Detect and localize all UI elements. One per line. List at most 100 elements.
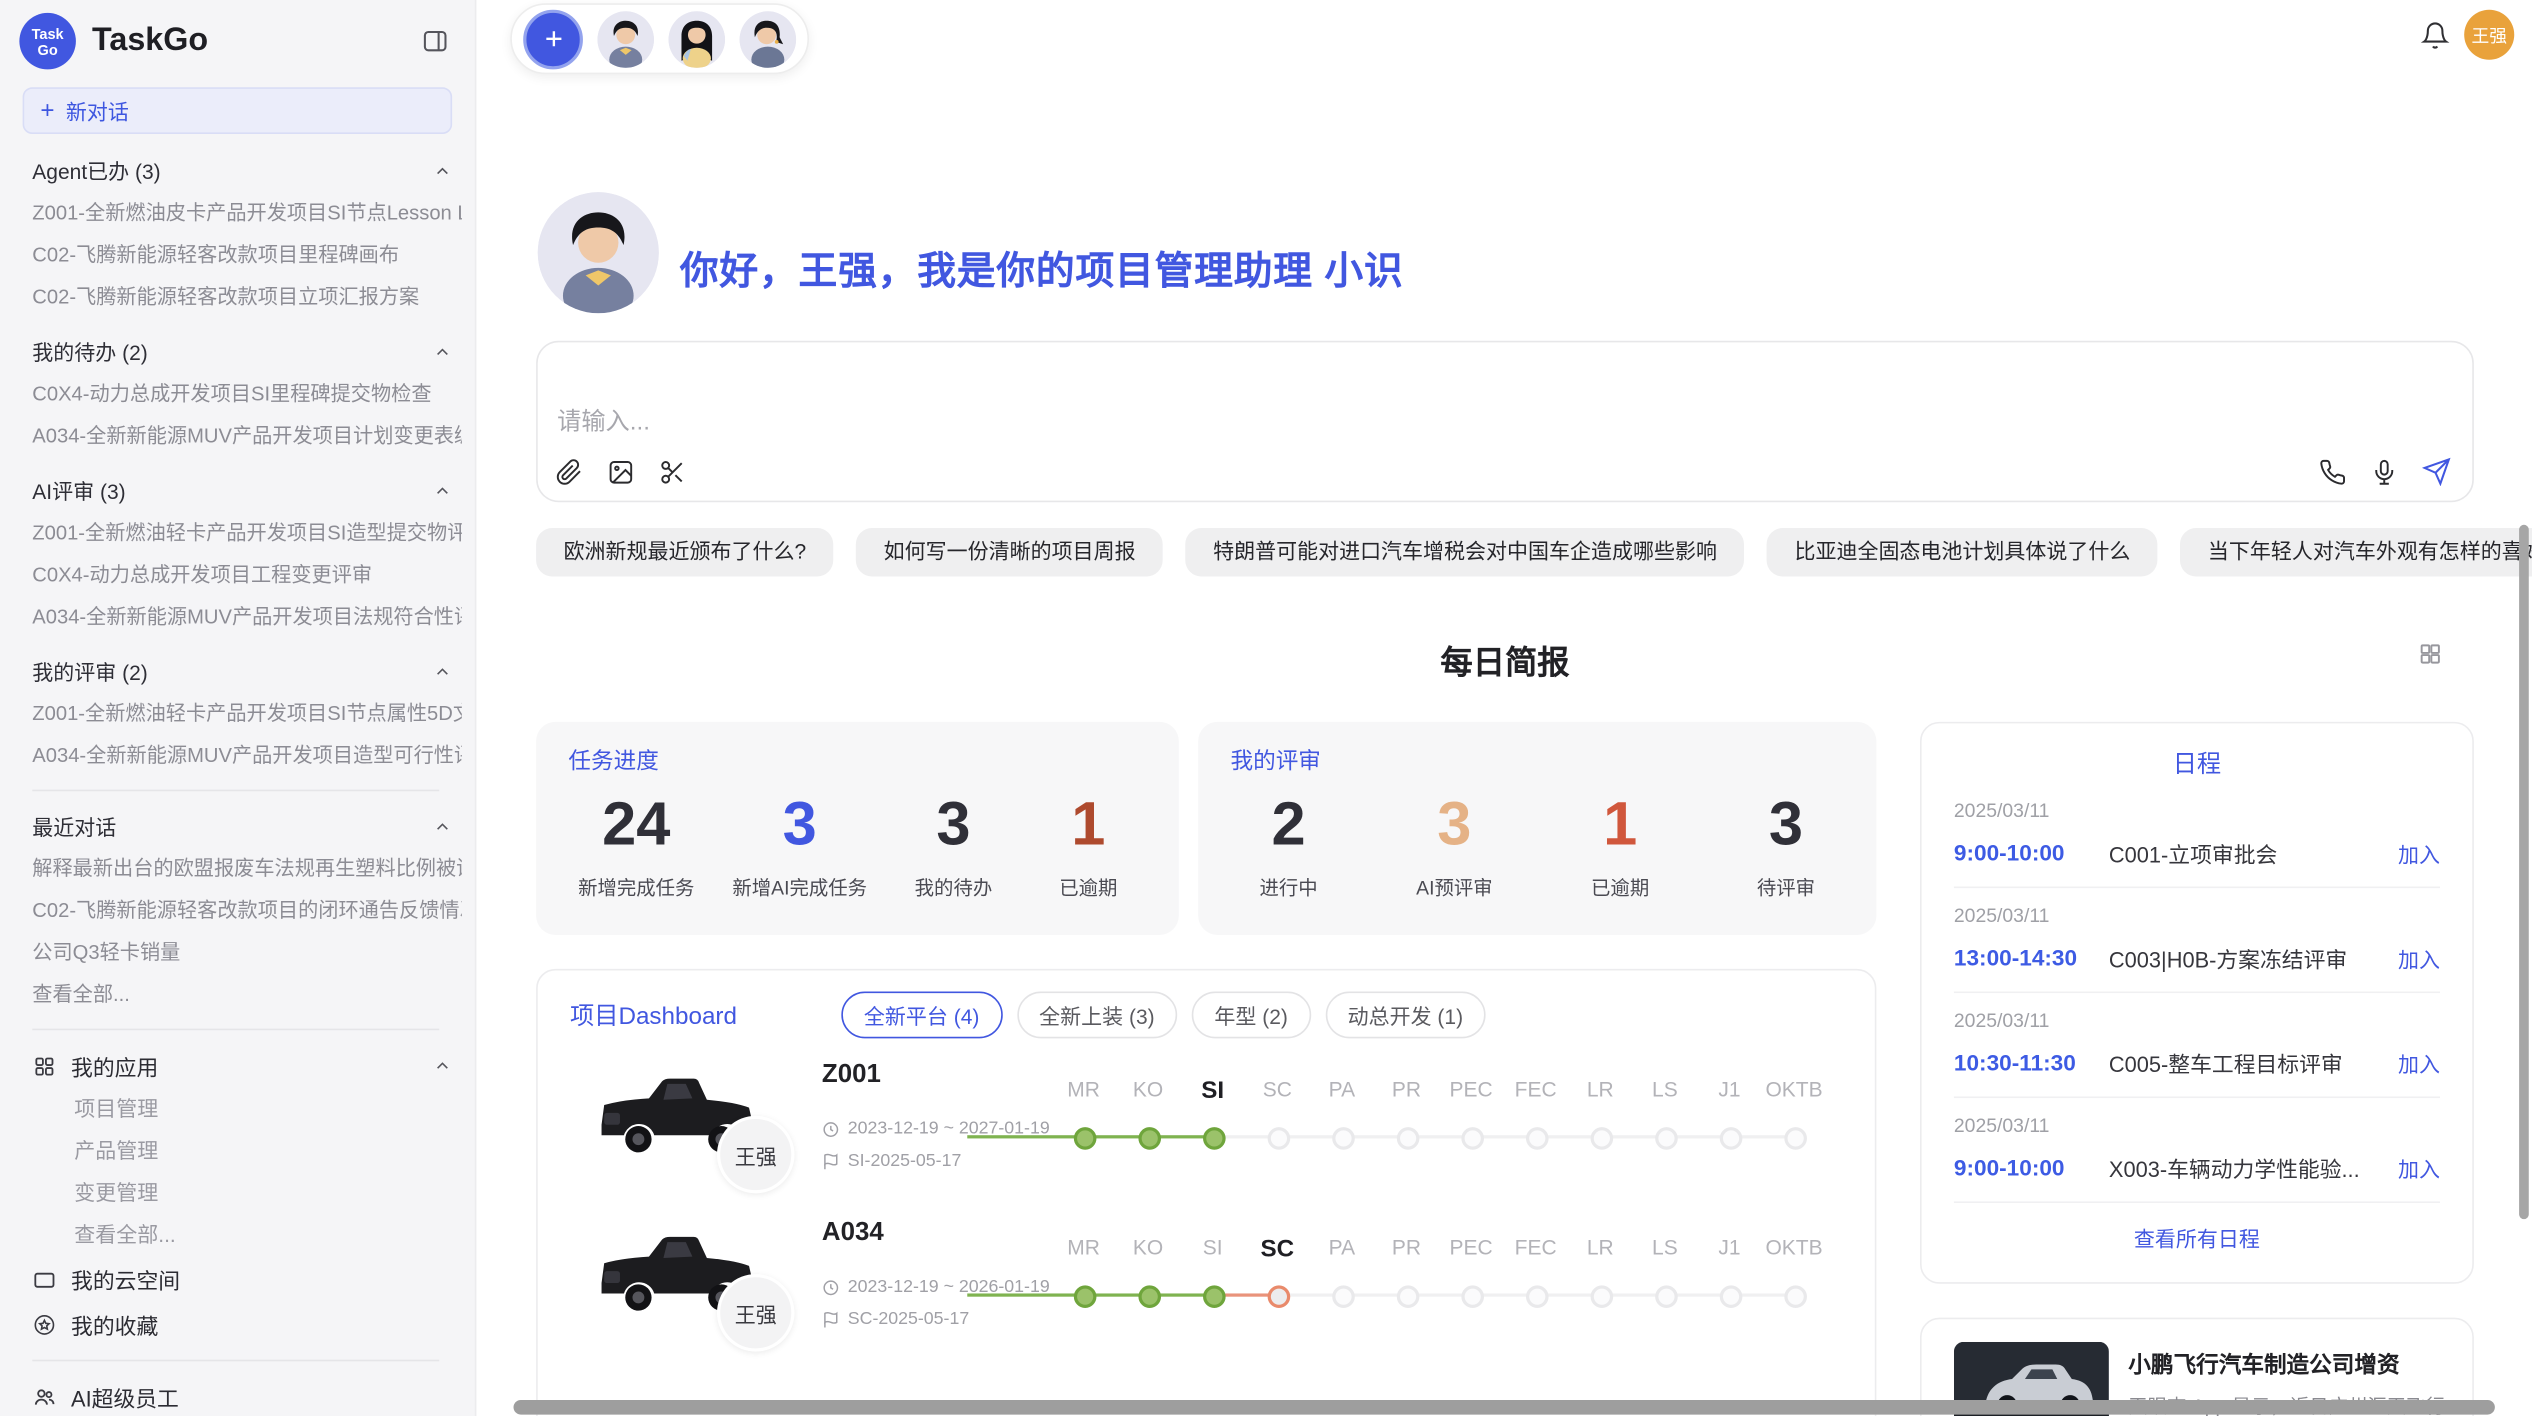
tab-year-model[interactable]: 年型 (2): [1192, 991, 1311, 1038]
tab-powertrain[interactable]: 动总开发 (1): [1325, 991, 1486, 1038]
user-avatar[interactable]: 王强: [2464, 10, 2514, 60]
section-recent-chats[interactable]: 最近对话: [32, 804, 462, 848]
new-chat-button[interactable]: + 新对话: [23, 87, 453, 134]
section-ai-review[interactable]: AI评审 (3): [32, 468, 462, 512]
sidebar: Task Go TaskGo + 新对话 Agent已办 (3) Z001-全新…: [0, 0, 476, 1416]
project-owner-badge: 王强: [717, 1274, 795, 1352]
list-item[interactable]: C0X4-动力总成开发项目工程变更评审: [32, 554, 462, 596]
sidebar-item-favorites[interactable]: 我的收藏: [32, 1302, 462, 1347]
tab-new-platform[interactable]: 全新平台 (4): [841, 991, 1002, 1038]
join-button[interactable]: 加入: [2398, 942, 2440, 973]
send-icon[interactable]: [2422, 457, 2451, 486]
section-title: AI评审 (3): [32, 475, 125, 506]
milestone-label: PR: [1374, 1235, 1439, 1262]
list-item[interactable]: Z001-全新燃油轻卡产品开发项目SI造型提交物评审: [32, 512, 462, 554]
app-window: Task Go TaskGo + 新对话 Agent已办 (3) Z001-全新…: [0, 0, 2532, 1416]
milestone-label-current: SC: [1245, 1235, 1310, 1262]
image-icon[interactable]: [607, 459, 634, 486]
suggestion-chip[interactable]: 当下年轻人对汽车外观有怎样的喜好趋势: [2180, 528, 2532, 576]
sidebar-item-product-mgmt[interactable]: 产品管理: [32, 1130, 462, 1172]
chevron-up-icon[interactable]: [433, 480, 452, 499]
section-my-review[interactable]: 我的评审 (2): [32, 649, 462, 693]
flag-icon: [822, 1152, 840, 1170]
list-item[interactable]: A034-全新新能源MUV产品开发项目法规符合性评审: [32, 596, 462, 638]
list-item[interactable]: C02-飞腾新能源轻客改款项目的闭环通告反馈情况: [32, 890, 462, 932]
project-row[interactable]: 王强 Z001 2023-12-19 ~ 2027-01-19 SI-2025-…: [538, 1045, 1875, 1203]
sidebar-item-ai-employee[interactable]: AI超级员工: [32, 1374, 462, 1416]
notification-bell-icon[interactable]: [2421, 21, 2450, 50]
join-button[interactable]: 加入: [2398, 1152, 2440, 1183]
chevron-up-icon[interactable]: [433, 1056, 452, 1075]
suggestion-chip[interactable]: 比亚迪全固态电池计划具体说了什么: [1767, 528, 2158, 576]
milestone-node-done: [1203, 1285, 1226, 1308]
sidebar-item-project-mgmt[interactable]: 项目管理: [32, 1088, 462, 1130]
milestone-label: LS: [1633, 1235, 1698, 1262]
milestone-label: KO: [1116, 1235, 1181, 1262]
join-button[interactable]: 加入: [2398, 1047, 2440, 1078]
milestone-label: MR: [1051, 1077, 1116, 1104]
list-item[interactable]: 公司Q3轻卡销量: [32, 932, 462, 974]
list-item[interactable]: Z001-全新燃油皮卡产品开发项目SI节点Lesson Learn报告: [32, 192, 462, 234]
list-item[interactable]: A034-全新新能源MUV产品开发项目造型可行性评审: [32, 735, 462, 777]
schedule-event: 2025/03/11 9:00-10:00 C001-立项审批会 加入: [1954, 783, 2440, 888]
milestone-node: [1526, 1285, 1549, 1308]
list-item[interactable]: A034-全新新能源MUV产品开发项目计划变更表编写: [32, 415, 462, 457]
tab-new-body[interactable]: 全新上装 (3): [1017, 991, 1178, 1038]
sidebar-item-change-mgmt[interactable]: 变更管理: [32, 1172, 462, 1214]
milestone-node: [1655, 1127, 1678, 1150]
my-review-card: 我的评审 2 进行中 3 AI预评审 1 已逾期 3 待评审: [1198, 722, 1876, 935]
agent-avatar-3[interactable]: [740, 10, 797, 67]
suggestion-chip[interactable]: 欧洲新规最近颁布了什么?: [536, 528, 834, 576]
add-agent-button[interactable]: [523, 9, 583, 69]
list-item[interactable]: C02-飞腾新能源轻客改款项目立项汇报方案: [32, 276, 462, 318]
stat-overdue: 1 已逾期: [1572, 790, 1669, 901]
join-button[interactable]: 加入: [2398, 837, 2440, 868]
milestone-label: FEC: [1503, 1077, 1568, 1104]
sidebar-collapse-icon[interactable]: [421, 27, 448, 54]
view-all-schedule-link[interactable]: 查看所有日程: [1954, 1203, 2440, 1272]
project-name: Z001: [822, 1061, 881, 1090]
project-row[interactable]: 王强 A034 2023-12-19 ~ 2026-01-19 SC-2025-…: [538, 1203, 1875, 1361]
agent-avatar-1[interactable]: [597, 10, 654, 67]
flag-icon: [822, 1310, 840, 1328]
stat-value: 3: [1769, 790, 1803, 861]
event-date: 2025/03/11: [1954, 1114, 2440, 1137]
mic-icon[interactable]: [2371, 458, 2398, 485]
scissors-icon[interactable]: [659, 459, 686, 486]
horizontal-scrollbar[interactable]: [514, 1400, 2495, 1415]
view-all-link[interactable]: 查看全部...: [32, 1214, 462, 1256]
attach-icon[interactable]: [555, 459, 582, 486]
agent-avatar-2[interactable]: [669, 10, 726, 67]
list-item[interactable]: Z001-全新燃油轻卡产品开发项目SI节点属性5D文件评审: [32, 693, 462, 735]
sidebar-item-my-apps[interactable]: 我的应用: [32, 1043, 462, 1088]
list-item[interactable]: C0X4-动力总成开发项目SI里程碑提交物检查: [32, 373, 462, 415]
milestone-node: [1332, 1285, 1355, 1308]
milestone-label: J1: [1697, 1235, 1762, 1262]
vertical-scrollbar[interactable]: [2519, 525, 2529, 1219]
logo-text-top: Task: [32, 25, 64, 41]
view-all-link[interactable]: 查看全部...: [32, 974, 462, 1016]
milestone-node: [1461, 1285, 1484, 1308]
section-agent-done[interactable]: Agent已办 (3): [32, 149, 462, 193]
list-item[interactable]: 解释最新出台的欧盟报废车法规再生塑料比例被调至15%...: [32, 848, 462, 890]
milestone-node: [1268, 1127, 1291, 1150]
dashboard-tabs: 全新平台 (4) 全新上装 (3) 年型 (2) 动总开发 (1): [841, 991, 1485, 1038]
logo-text-bottom: Go: [38, 41, 58, 57]
suggestion-chip[interactable]: 特朗普可能对进口汽车增税会对中国车企造成哪些影响: [1186, 528, 1745, 576]
section-my-todo[interactable]: 我的待办 (2): [32, 329, 462, 373]
milestone-node-done: [1203, 1127, 1226, 1150]
phone-icon[interactable]: [2319, 458, 2346, 485]
chevron-up-icon[interactable]: [433, 816, 452, 835]
chevron-up-icon[interactable]: [433, 661, 452, 680]
milestone-label: OKTB: [1762, 1235, 1827, 1262]
layout-grid-icon[interactable]: [2417, 641, 2443, 667]
chevron-up-icon[interactable]: [433, 342, 452, 361]
chevron-up-icon[interactable]: [433, 161, 452, 180]
sidebar-item-cloud-space[interactable]: 我的云空间: [32, 1256, 462, 1301]
milestone-label-current: SI: [1180, 1077, 1245, 1104]
milestone-label: SC: [1245, 1077, 1310, 1104]
suggestion-chip[interactable]: 如何写一份清晰的项目周报: [856, 528, 1163, 576]
chat-input[interactable]: [538, 342, 2473, 442]
milestone-label: PA: [1310, 1077, 1375, 1104]
list-item[interactable]: C02-飞腾新能源轻客改款项目里程碑画布: [32, 234, 462, 276]
